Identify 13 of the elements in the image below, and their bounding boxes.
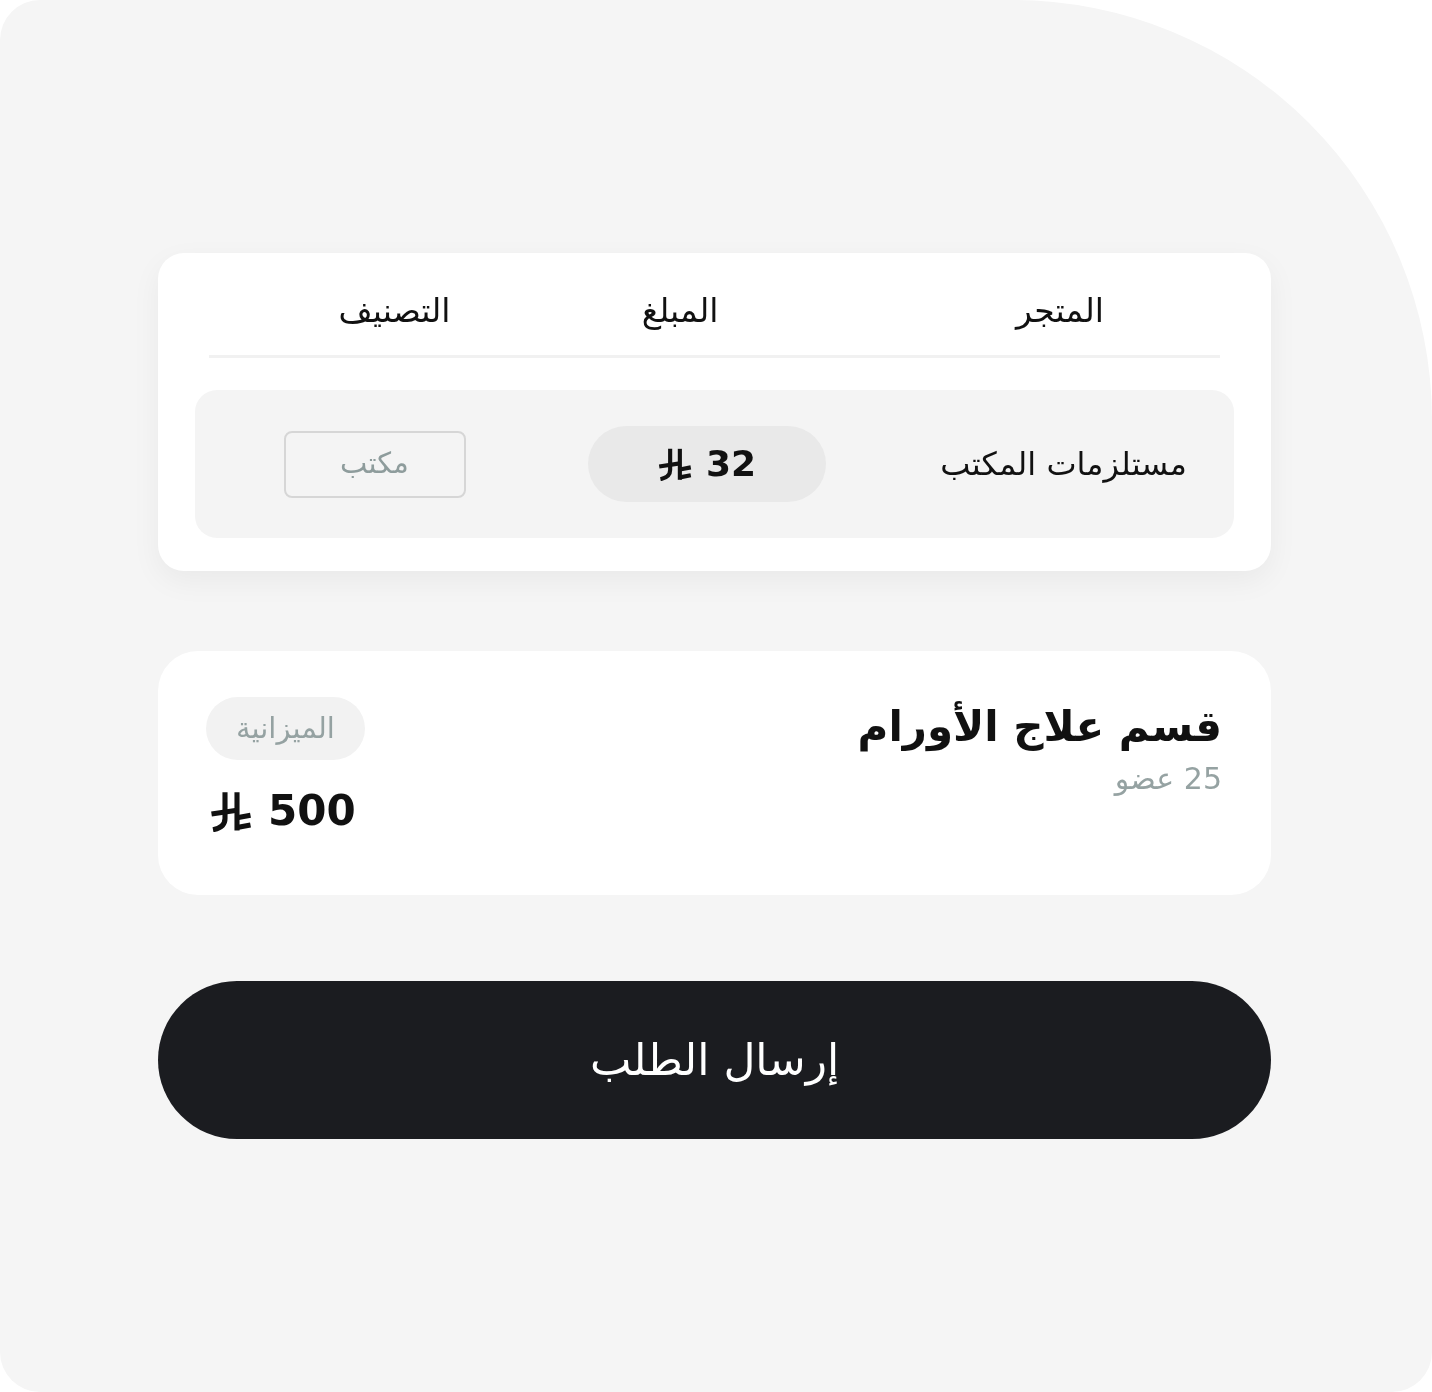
column-header: المتجر (1016, 290, 1104, 332)
currency-icon (657, 447, 692, 481)
budget-amount: 500 (268, 790, 356, 832)
budget-label: الميزانية (206, 697, 365, 760)
table-cell-text: مستلزمات المكتب (940, 444, 1187, 485)
column-header: المبلغ (641, 290, 719, 332)
amount-text: 32 (705, 446, 757, 482)
currency-icon (210, 790, 252, 832)
member-count: 25 عضو (1114, 760, 1222, 798)
submit-button[interactable]: إرسال الطلب (158, 981, 1271, 1139)
column-header: التصنيف (338, 290, 451, 332)
department-title: قسم علاج الأورام (857, 700, 1222, 754)
category-tag: مكتب (283, 430, 466, 498)
